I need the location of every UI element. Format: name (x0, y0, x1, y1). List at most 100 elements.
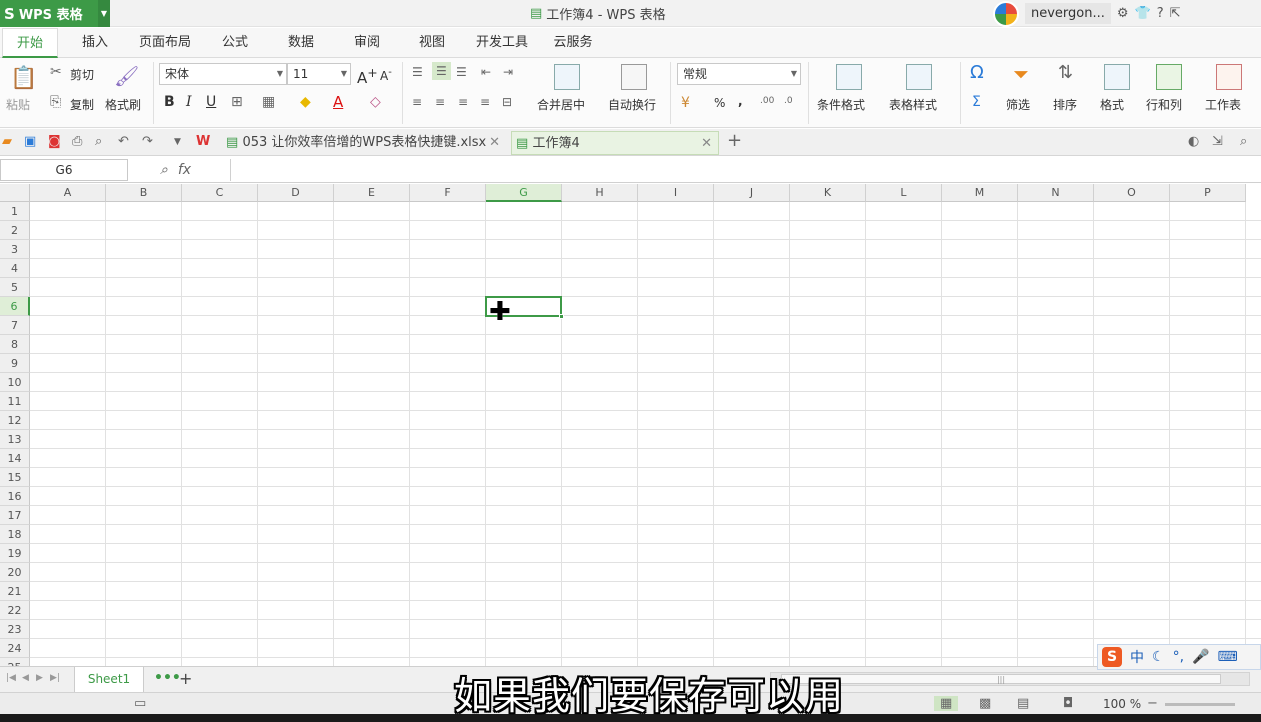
column-header-b[interactable]: B (106, 184, 182, 202)
comma-button[interactable]: , (738, 94, 743, 108)
ime-language[interactable]: 中 (1130, 647, 1144, 667)
distributed-icon[interactable]: ⊟ (502, 95, 512, 109)
table-style-button[interactable]: 表格样式 (889, 96, 937, 113)
open-folder-icon[interactable]: ▰ (2, 134, 12, 149)
align-middle-icon[interactable]: ☰ (432, 62, 451, 80)
column-header-j[interactable]: J (714, 184, 790, 202)
row-header-24[interactable]: 24 (0, 639, 30, 658)
currency-icon[interactable]: ¥ (681, 95, 690, 111)
macro-icon[interactable]: ▭ (134, 696, 146, 711)
next-sheet-icon[interactable]: ▶ (36, 673, 43, 683)
skin-icon[interactable]: 👕 (1135, 6, 1151, 21)
font-size-select[interactable]: 11 ▼ (287, 63, 351, 85)
sort-button[interactable]: 排序 (1053, 96, 1077, 113)
row-header-20[interactable]: 20 (0, 563, 30, 582)
tab-data[interactable]: 数据 (278, 28, 324, 58)
row-header-8[interactable]: 8 (0, 335, 30, 354)
cells-area[interactable] (30, 202, 1261, 666)
share-icon[interactable]: ⇲ (1212, 134, 1223, 149)
row-header-5[interactable]: 5 (0, 278, 30, 297)
avatar[interactable] (993, 0, 1019, 27)
row-header-4[interactable]: 4 (0, 259, 30, 278)
column-header-o[interactable]: O (1094, 184, 1170, 202)
tab-insert[interactable]: 插入 (72, 28, 118, 58)
row-header-7[interactable]: 7 (0, 316, 30, 335)
add-sheet-button[interactable]: + (179, 669, 192, 688)
sogou-logo-icon[interactable]: S (1102, 647, 1122, 667)
redo-icon[interactable]: ↷ (142, 134, 153, 149)
name-box[interactable]: G6 (0, 159, 128, 181)
prev-sheet-icon[interactable]: ◀ (22, 673, 29, 683)
sheet-grid[interactable]: ABCDEFGHIJKLMNOP 1 2 3 4 5 6 7 8 9 10 11 12 13 14 15 16… (0, 184, 1261, 666)
search-icon[interactable]: ⌕ (1240, 134, 1247, 149)
row-header-2[interactable]: 2 (0, 221, 30, 240)
increase-indent-icon[interactable]: ⇥ (503, 65, 513, 79)
fill-color-icon[interactable]: ◆ (300, 94, 311, 110)
paste-button[interactable]: 粘贴 (6, 96, 30, 113)
percent-button[interactable]: % (714, 96, 725, 110)
undo-icon[interactable]: ↶ (118, 134, 129, 149)
underline-button[interactable]: U (206, 94, 216, 110)
row-header-1[interactable]: 1 (0, 202, 30, 221)
normal-view-icon[interactable]: ▦ (934, 696, 959, 711)
row-header-23[interactable]: 23 (0, 620, 30, 639)
tab-developer[interactable]: 开发工具 (470, 28, 534, 58)
row-header-18[interactable]: 18 (0, 525, 30, 544)
doc-tab[interactable]: ▤ 053 让你效率倍增的WPS表格快捷键.xlsx ✕ (222, 131, 506, 155)
zoom-icon[interactable]: ⌕ (160, 162, 168, 178)
borders-icon[interactable]: ⊞ (231, 94, 243, 110)
row-header-13[interactable]: 13 (0, 430, 30, 449)
font-color-icon[interactable]: A (333, 93, 343, 111)
print-preview-icon[interactable]: ⌕ (95, 134, 102, 149)
merge-center-icon[interactable] (554, 64, 580, 90)
tab-cloud[interactable]: 云服务 (548, 28, 598, 58)
more-sheets-button[interactable]: ••• (154, 670, 181, 686)
table-style-icon[interactable] (906, 64, 932, 90)
column-header-n[interactable]: N (1018, 184, 1094, 202)
first-sheet-icon[interactable]: |◀ (6, 673, 16, 683)
tab-review[interactable]: 审阅 (344, 28, 390, 58)
row-header-10[interactable]: 10 (0, 373, 30, 392)
column-header-l[interactable]: L (866, 184, 942, 202)
save-icon[interactable]: ▣ (24, 134, 36, 149)
row-header-3[interactable]: 3 (0, 240, 30, 259)
column-header-d[interactable]: D (258, 184, 334, 202)
format-button[interactable]: 格式 (1100, 96, 1124, 113)
moon-icon[interactable]: ☾ (1152, 649, 1165, 665)
column-header-k[interactable]: K (790, 184, 866, 202)
row-header-14[interactable]: 14 (0, 449, 30, 468)
row-header-11[interactable]: 11 (0, 392, 30, 411)
format-painter-button[interactable]: 格式刷 (105, 96, 141, 113)
align-top-icon[interactable]: ☰ (412, 65, 423, 79)
align-right-icon[interactable]: ≡ (458, 95, 468, 109)
column-header-c[interactable]: C (182, 184, 258, 202)
microphone-icon[interactable]: 🎤 (1192, 649, 1209, 665)
italic-button[interactable]: I (186, 94, 192, 110)
sum-button[interactable]: Σ (972, 94, 981, 110)
increase-font-icon[interactable]: A+ (357, 65, 378, 87)
column-header-p[interactable]: P (1170, 184, 1246, 202)
row-header-21[interactable]: 21 (0, 582, 30, 601)
row-header-15[interactable]: 15 (0, 468, 30, 487)
column-header-m[interactable]: M (942, 184, 1018, 202)
wrap-text-icon[interactable] (621, 64, 647, 90)
tab-home[interactable]: 开始 (2, 28, 58, 58)
row-header-25[interactable]: 25 (0, 658, 30, 666)
tab-view[interactable]: 视图 (409, 28, 455, 58)
conditional-format-button[interactable]: 条件格式 (817, 96, 865, 113)
row-header-19[interactable]: 19 (0, 544, 30, 563)
bold-button[interactable]: B (164, 94, 175, 110)
reading-mode-icon[interactable]: ▤ (1017, 696, 1029, 711)
sheet-tab-sheet1[interactable]: Sheet1 (74, 667, 144, 692)
worksheet-icon[interactable] (1216, 64, 1242, 90)
fx-button[interactable]: fx (178, 162, 191, 178)
export-pdf-icon[interactable]: ◙ (48, 134, 61, 149)
align-bottom-icon[interactable]: ☰ (456, 65, 467, 79)
copy-icon[interactable]: ⎘ (50, 94, 61, 110)
font-name-select[interactable]: 宋体 ▼ (159, 63, 287, 85)
fill-handle[interactable] (559, 314, 564, 319)
align-center-icon[interactable]: ≡ (435, 95, 445, 109)
eye-protection-icon[interactable]: ◘ (1063, 696, 1073, 711)
row-header-16[interactable]: 16 (0, 487, 30, 506)
number-format-select[interactable]: 常规 ▼ (677, 63, 801, 85)
